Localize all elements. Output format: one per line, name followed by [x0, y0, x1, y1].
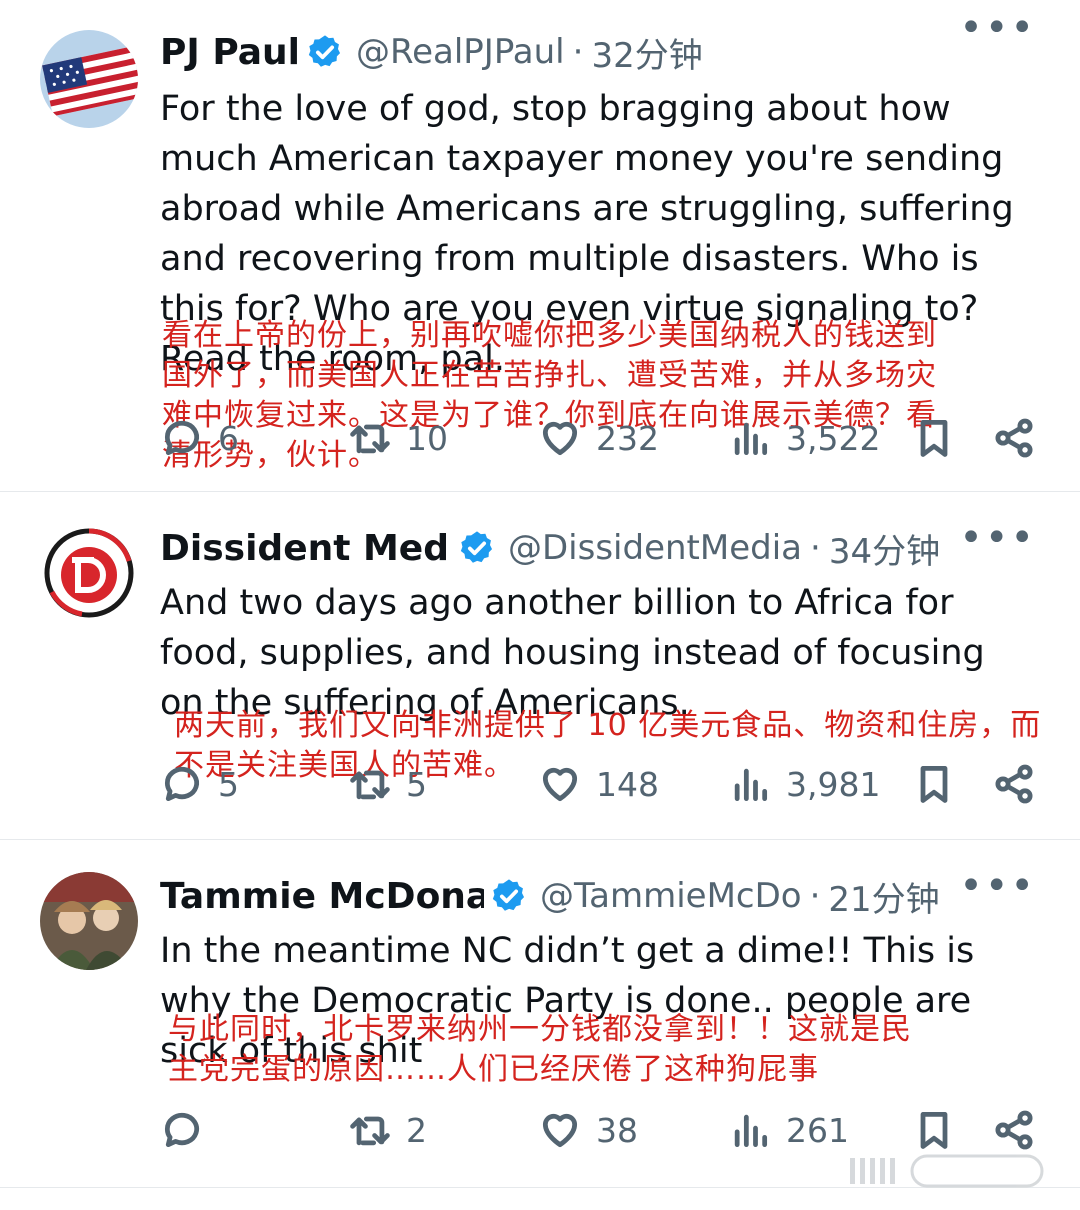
separator-dot: ·: [810, 528, 821, 568]
person-photo-icon: [40, 872, 138, 970]
bookmark-button[interactable]: [912, 408, 956, 468]
repost-icon: [350, 424, 390, 454]
separator-dot: ·: [572, 32, 584, 72]
translation-annotation: 与此同时，北卡罗来纳州一分钱都没拿到！！这就是民主党完蛋的原因……人们已经厌倦了…: [168, 1012, 912, 1087]
bookmark-icon: [920, 420, 948, 457]
reply-count: 6: [218, 418, 239, 458]
dissident-d-logo-icon: [40, 524, 138, 622]
display-name[interactable]: Dissident Media: [160, 528, 452, 569]
heart-icon: [542, 421, 578, 456]
watermark-icon: [850, 1154, 1044, 1188]
view-count: 3,522: [786, 418, 881, 458]
repost-icon: [350, 1116, 390, 1146]
bookmark-button[interactable]: [912, 754, 956, 814]
share-button[interactable]: [992, 754, 1036, 814]
repost-count: 5: [406, 764, 427, 804]
views-button[interactable]: 261: [728, 1100, 849, 1160]
verified-badge-icon: [492, 879, 525, 911]
more-options-icon[interactable]: •••: [959, 866, 1036, 906]
us-flag-icon: [40, 30, 138, 128]
bookmark-icon: [920, 1112, 948, 1149]
share-button[interactable]: [992, 408, 1036, 468]
user-handle[interactable]: @RealPJPaul: [356, 32, 565, 72]
tweet-actions: 6 10 232 3,522: [160, 408, 1040, 468]
reply-icon: [164, 420, 199, 456]
views-icon: [734, 768, 768, 802]
like-button[interactable]: 232: [538, 408, 659, 468]
repost-count: 10: [406, 418, 448, 458]
bookmark-icon: [920, 766, 948, 803]
share-icon: [995, 764, 1033, 804]
verified-badge-icon: [308, 35, 341, 67]
tweet-card[interactable]: Tammie McDonald @TammieMcDo · 21分钟 ••• I…: [0, 840, 1080, 1188]
reply-icon: [164, 766, 199, 802]
views-icon: [734, 422, 768, 456]
like-count: 148: [596, 764, 659, 804]
repost-button[interactable]: 2: [348, 1100, 427, 1160]
tweet-header: PJ Paul @RealPJPaul · 32分钟: [160, 24, 703, 80]
tweet-header: Tammie McDonald @TammieMcDo · 21分钟: [160, 868, 940, 924]
tweet-actions: 5 5 148 3,981: [160, 754, 1040, 814]
like-count: 38: [596, 1110, 638, 1150]
views-icon: [734, 1114, 768, 1148]
reply-button[interactable]: 6: [160, 408, 239, 468]
avatar[interactable]: [40, 872, 138, 970]
tweet-header: Dissident Media @DissidentMedia · 34分钟: [160, 520, 940, 576]
heart-icon: [542, 767, 578, 802]
verified-badge-icon: [460, 531, 493, 563]
repost-count: 2: [406, 1110, 427, 1150]
views-button[interactable]: 3,522: [728, 408, 880, 468]
share-button[interactable]: [992, 1100, 1036, 1160]
display-name[interactable]: PJ Paul: [160, 32, 300, 73]
more-options-icon[interactable]: •••: [959, 8, 1036, 48]
display-name[interactable]: Tammie McDonald: [160, 876, 484, 917]
repost-button[interactable]: 5: [348, 754, 427, 814]
share-icon: [995, 1110, 1033, 1150]
like-button[interactable]: 38: [538, 1100, 638, 1160]
tweet-actions: 2 38 261: [160, 1100, 1040, 1160]
timestamp[interactable]: 32分钟: [591, 28, 702, 77]
views-button[interactable]: 3,981: [728, 754, 880, 814]
avatar[interactable]: [40, 524, 138, 622]
reply-button[interactable]: 5: [160, 754, 239, 814]
reply-count: 5: [218, 764, 239, 804]
separator-dot: ·: [809, 876, 821, 916]
more-options-icon[interactable]: •••: [959, 518, 1036, 558]
repost-button[interactable]: 10: [348, 408, 448, 468]
user-handle[interactable]: @DissidentMedia: [508, 528, 802, 568]
bookmark-button[interactable]: [912, 1100, 956, 1160]
tweet-feed: PJ Paul @RealPJPaul · 32分钟 ••• For the l…: [0, 0, 1080, 1210]
repost-icon: [350, 770, 390, 800]
reply-icon: [164, 1112, 199, 1148]
like-count: 232: [596, 418, 659, 458]
share-icon: [995, 418, 1033, 458]
avatar[interactable]: [40, 30, 138, 128]
heart-icon: [542, 1113, 578, 1148]
view-count: 261: [786, 1110, 849, 1150]
timestamp[interactable]: 21分钟: [828, 872, 939, 921]
tweet-card[interactable]: Dissident Media @DissidentMedia · 34分钟 •…: [0, 492, 1080, 840]
view-count: 3,981: [786, 764, 881, 804]
user-handle[interactable]: @TammieMcDo: [540, 876, 802, 916]
reply-button[interactable]: [160, 1100, 218, 1160]
like-button[interactable]: 148: [538, 754, 659, 814]
timestamp[interactable]: 34分钟: [829, 524, 940, 573]
tweet-card[interactable]: PJ Paul @RealPJPaul · 32分钟 ••• For the l…: [0, 0, 1080, 492]
